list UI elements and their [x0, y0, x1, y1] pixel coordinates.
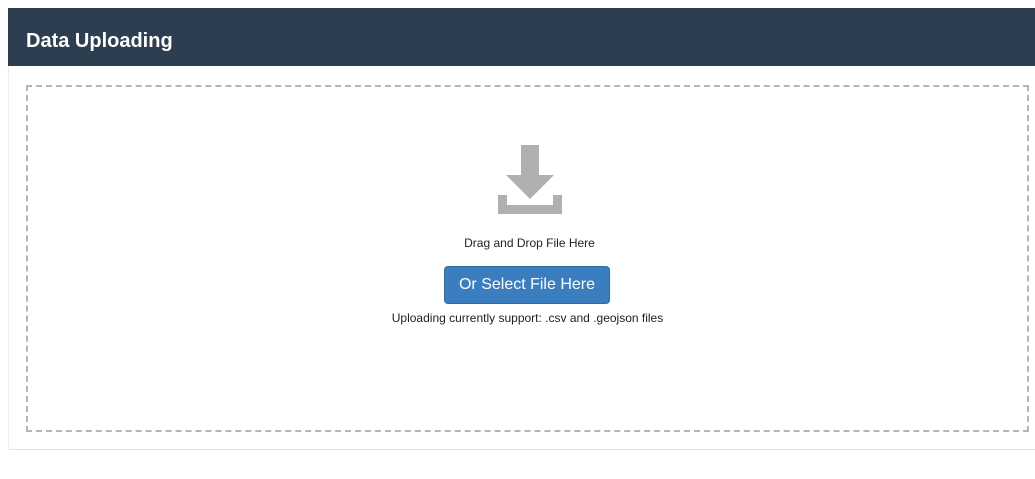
drag-drop-label: Drag and Drop File Here [464, 236, 595, 250]
top-strip [0, 0, 1035, 8]
page-title: Data Uploading [26, 30, 173, 52]
file-dropzone[interactable] [26, 85, 1029, 432]
download-icon [498, 145, 562, 214]
panel-header: Data Uploading [8, 8, 1035, 66]
select-file-button[interactable]: Or Select File Here [444, 266, 610, 304]
supported-formats-note: Uploading currently support: .csv and .g… [391, 311, 664, 325]
